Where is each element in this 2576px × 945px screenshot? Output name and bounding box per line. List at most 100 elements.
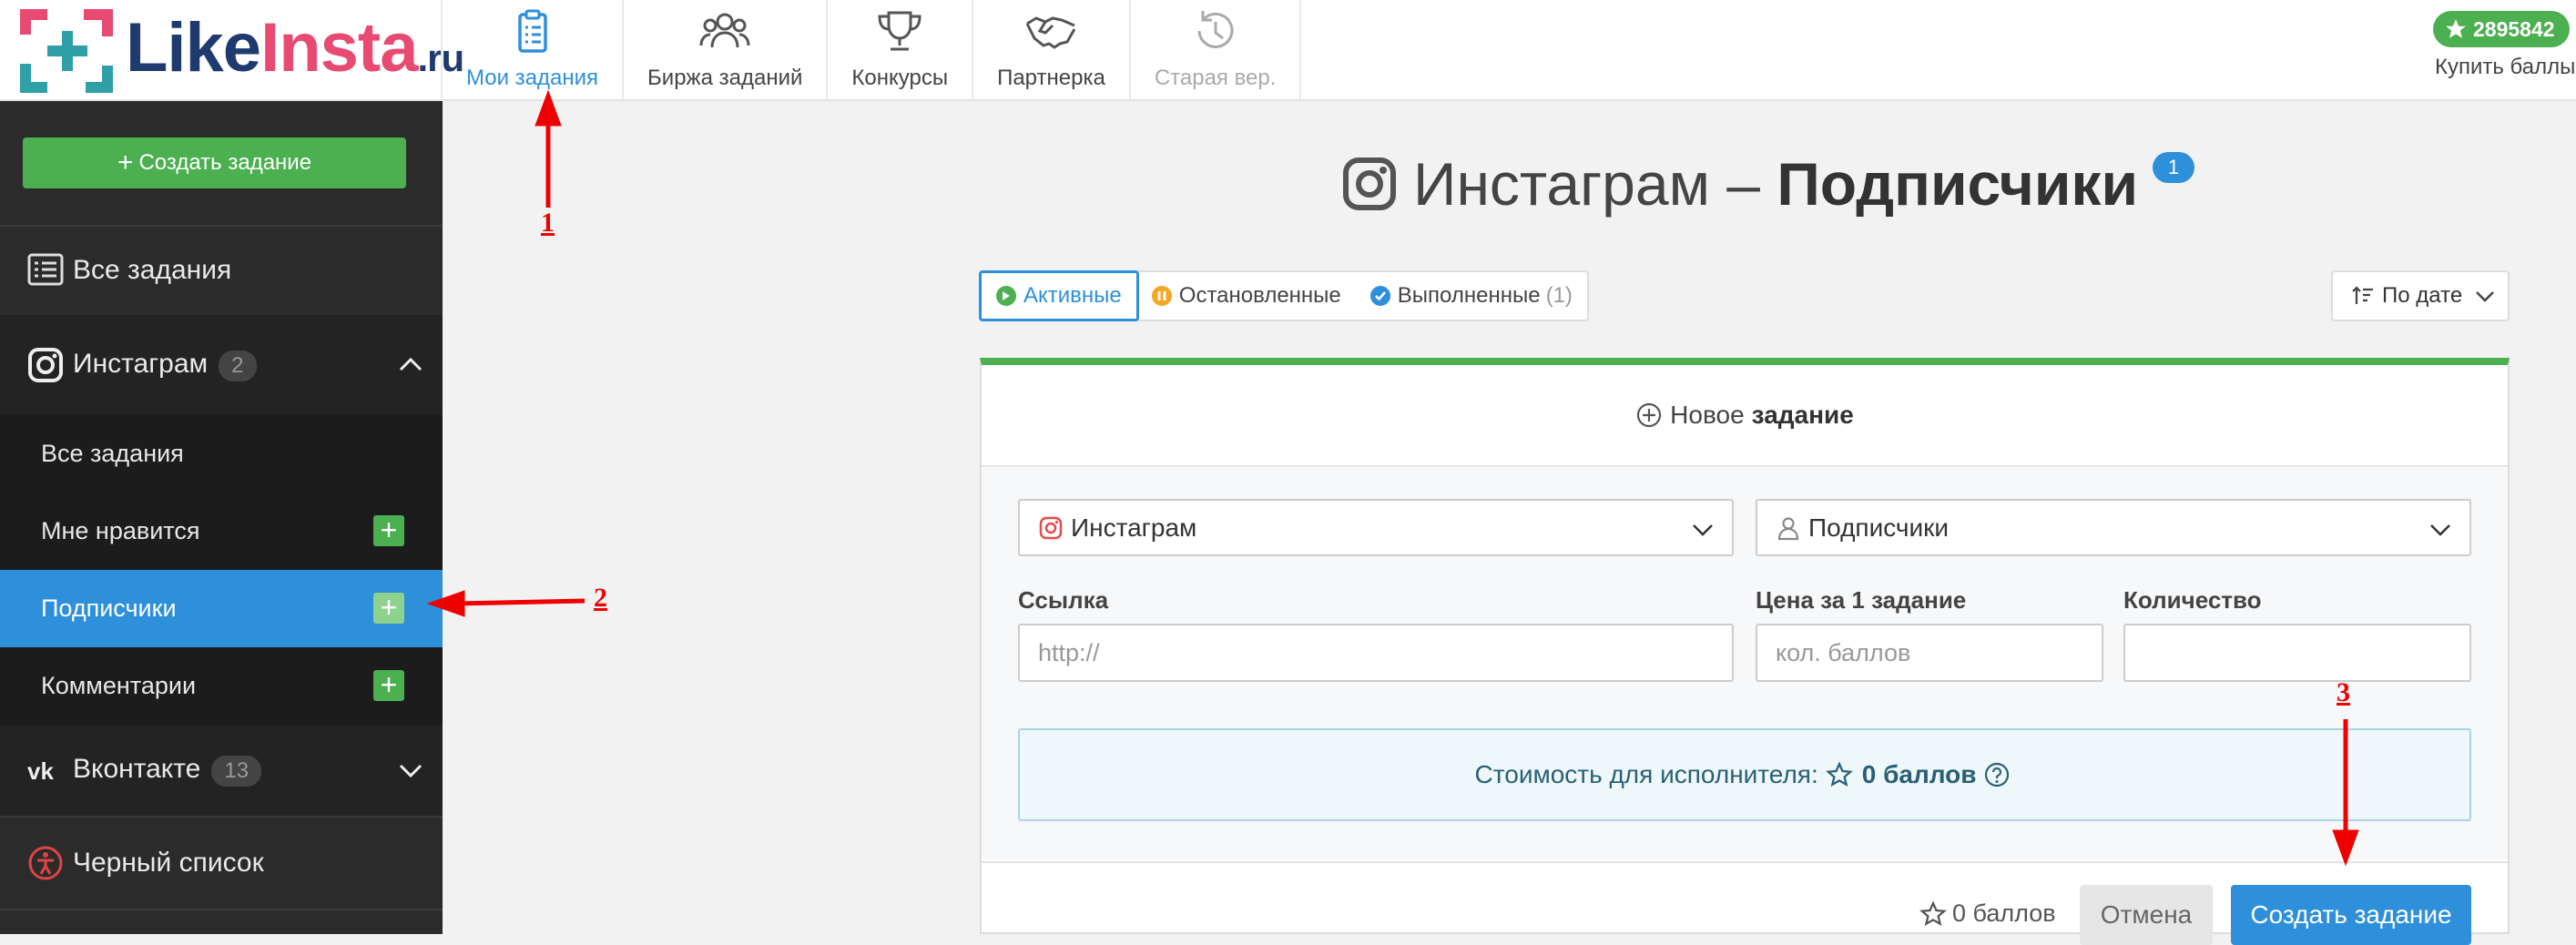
annotation-1: 1	[541, 208, 555, 238]
cost-prefix: Стоимость для исполнителя:	[1474, 760, 1818, 788]
network-select-value: Инстаграм	[1071, 513, 1197, 542]
sort-icon	[2352, 286, 2373, 304]
main-nav: Мои задания Биржа заданий Конкурсы Партн…	[441, 0, 1302, 101]
chevron-down-icon[interactable]	[397, 757, 424, 784]
chevron-down-icon	[2476, 291, 2495, 302]
count-badge: 2	[219, 350, 257, 381]
page-title-prefix: Инстаграм –	[1413, 150, 1760, 218]
new-task-footer: 0 баллов Отмена Создать задание	[982, 861, 2508, 945]
sidebar-item-all-tasks[interactable]: Все задания	[0, 227, 443, 313]
nav-partners[interactable]: Партнерка	[973, 0, 1131, 101]
quantity-label: Количество	[2123, 586, 2262, 614]
trophy-icon	[878, 11, 921, 51]
sidebar-sub-all-tasks[interactable]: Все задания	[0, 415, 443, 493]
instagram-icon	[28, 348, 63, 382]
arrow-1	[535, 89, 562, 208]
users-icon	[699, 13, 750, 48]
sidebar-item-label: Вконтакте 13	[73, 754, 262, 787]
sidebar-sub-likes[interactable]: Мне нравится +	[0, 493, 443, 570]
performer-cost-box: Стоимость для исполнителя: 0 баллов	[1018, 728, 2471, 821]
sidebar-sub-comments[interactable]: Комментарии +	[0, 647, 443, 725]
sidebar-create-task-label: Создать задание	[138, 150, 312, 175]
annotation-3: 3	[2337, 677, 2350, 707]
total-points: 0 баллов	[1919, 899, 2056, 928]
add-likes-button[interactable]: +	[373, 515, 404, 546]
count-badge: 13	[211, 755, 262, 787]
sidebar: + Создать задание Все задания Инстаграм 2…	[0, 101, 443, 934]
list-icon	[27, 253, 64, 286]
buy-points-link[interactable]: Купить баллы	[2435, 55, 2575, 80]
filter-active[interactable]: Активные	[979, 270, 1139, 321]
quantity-input[interactable]	[2123, 624, 2471, 682]
handshake-icon	[1026, 16, 1076, 49]
nav-contests[interactable]: Конкурсы	[828, 0, 974, 101]
filter-stopped-label: Остановленные	[1178, 283, 1341, 308]
new-task-bold: задание	[1751, 401, 1854, 429]
history-icon	[1197, 11, 1234, 48]
divider	[0, 909, 443, 910]
sort-label: По дате	[2382, 283, 2463, 308]
nav-contests-label: Конкурсы	[851, 66, 949, 90]
create-task-button[interactable]: Создать задание	[2231, 885, 2471, 945]
sidebar-item-vkontakte[interactable]: vk Вконтакте 13	[0, 725, 443, 816]
nav-old-version[interactable]: Старая вер.	[1131, 0, 1302, 101]
new-task-header[interactable]: Новое задание	[982, 365, 2508, 467]
nav-task-exchange-label: Биржа заданий	[647, 66, 803, 90]
annotation-2: 2	[594, 583, 607, 613]
balance-value: 2895842	[2473, 16, 2555, 41]
filter-active-label: Активные	[1023, 283, 1122, 308]
sort-dropdown[interactable]: По дате	[2331, 270, 2510, 321]
sidebar-sub-followers[interactable]: Подписчики +	[0, 570, 443, 647]
balance-badge[interactable]: 2895842	[2433, 11, 2570, 47]
logo-mark-icon	[20, 9, 113, 93]
filter-completed-label: Выполненные	[1397, 283, 1541, 308]
add-comments-button[interactable]: +	[373, 670, 404, 701]
chevron-up-icon[interactable]	[397, 351, 424, 379]
sidebar-item-blacklist[interactable]: Черный список	[0, 818, 443, 909]
status-filter-group: Активные Остановленные Выполненные (1)	[979, 270, 1589, 321]
plus-circle-icon	[1637, 402, 1662, 428]
title-count-badge: 1	[2153, 152, 2195, 183]
help-icon[interactable]	[1983, 761, 2011, 788]
cost-value: 0 баллов	[1861, 760, 1977, 788]
star-outline-icon	[1825, 761, 1853, 788]
star-icon	[2446, 19, 2466, 38]
logo-text: LikeInsta.ru	[126, 9, 464, 86]
blacklist-icon	[28, 846, 63, 880]
user-icon	[1777, 517, 1799, 541]
star-outline-icon	[1919, 899, 1947, 926]
task-type-select[interactable]: Подписчики	[1756, 499, 2471, 556]
site-logo[interactable]: LikeInsta.ru	[16, 5, 464, 97]
network-select[interactable]: Инстаграм	[1018, 499, 1734, 556]
filter-completed[interactable]: Выполненные (1)	[1356, 272, 1587, 320]
link-label: Ссылка	[1018, 586, 1109, 614]
pause-icon	[1151, 286, 1172, 306]
plus-icon: +	[117, 147, 134, 178]
new-task-panel: Новое задание Инстаграм Подписчики Ссылка…	[980, 358, 2510, 945]
nav-partners-label: Партнерка	[997, 66, 1105, 90]
sidebar-sub-label: Подписчики	[41, 594, 177, 622]
new-task-form: Инстаграм Подписчики Ссылка Цена за 1 за…	[982, 468, 2508, 859]
page-title: Инстаграм – Подписчики 1	[1342, 147, 2195, 220]
arrow-2	[426, 590, 585, 617]
nav-task-exchange[interactable]: Биржа заданий	[624, 0, 829, 101]
sidebar-sub-label: Все задания	[41, 440, 184, 467]
clipboard-icon	[517, 9, 547, 53]
add-followers-button[interactable]: +	[373, 593, 404, 624]
svg-text:vk: vk	[27, 757, 54, 785]
nav-my-tasks-label: Мои задания	[466, 66, 599, 90]
nav-my-tasks[interactable]: Мои задания	[441, 0, 625, 101]
filter-completed-count: (1)	[1545, 283, 1573, 308]
chevron-down-icon	[2430, 524, 2450, 536]
nav-old-version-label: Старая вер.	[1154, 66, 1277, 90]
cancel-button[interactable]: Отмена	[2080, 885, 2213, 945]
play-icon	[996, 286, 1016, 306]
page-title-bold: Подписчики	[1777, 150, 2139, 218]
price-input[interactable]	[1756, 624, 2103, 682]
total-points-value: 0 баллов	[1952, 899, 2056, 927]
sidebar-create-task-button[interactable]: + Создать задание	[23, 137, 406, 188]
link-input[interactable]	[1018, 624, 1734, 682]
instagram-icon	[1039, 516, 1063, 540]
filter-stopped[interactable]: Остановленные	[1137, 272, 1356, 320]
sidebar-item-instagram[interactable]: Инстаграм 2	[0, 315, 443, 415]
